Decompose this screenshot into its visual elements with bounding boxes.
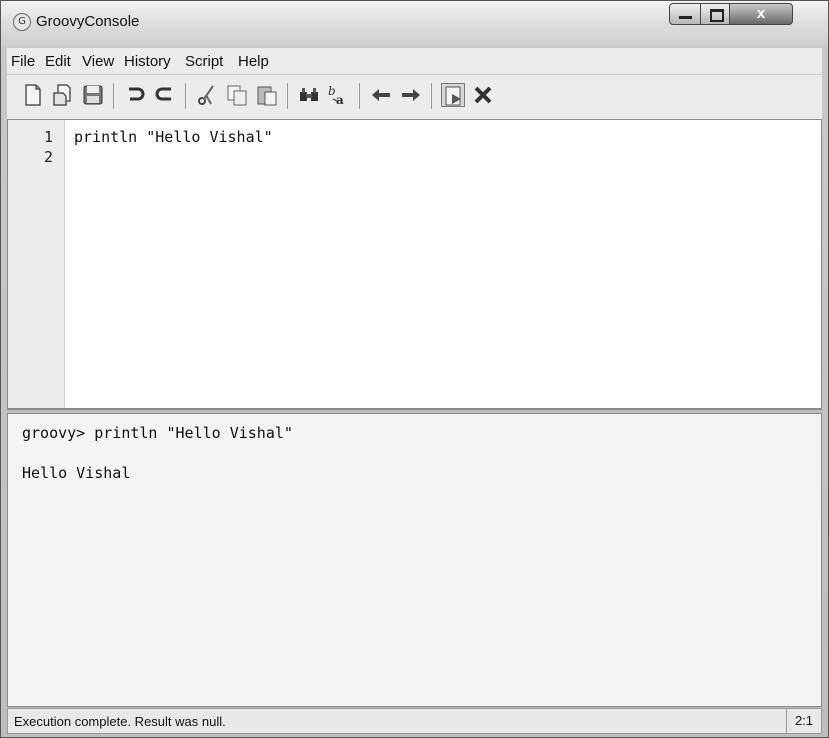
menu-bar: File Edit View History Script Help — [7, 48, 822, 75]
svg-text:a: a — [336, 93, 344, 107]
toolbar-separator — [431, 83, 432, 109]
menu-history[interactable]: History — [124, 53, 171, 70]
title-bar[interactable]: G GroovyConsole x — [1, 1, 828, 45]
toolbar-separator — [287, 83, 288, 109]
code-line[interactable]: println "Hello Vishal" — [74, 128, 273, 146]
run-script-icon[interactable] — [441, 83, 465, 107]
save-icon[interactable] — [81, 83, 105, 107]
previous-history-icon[interactable] — [369, 83, 393, 107]
groovy-console-window: G GroovyConsole x File Edit View History… — [0, 0, 829, 738]
replace-icon[interactable]: ba — [327, 83, 351, 107]
menu-script[interactable]: Script — [185, 53, 223, 70]
close-button[interactable]: x — [729, 3, 793, 25]
close-icon: x — [756, 5, 766, 22]
copy-icon[interactable] — [225, 83, 249, 107]
redo-icon[interactable] — [153, 83, 177, 107]
menu-help[interactable]: Help — [238, 53, 269, 70]
toolbar-separator — [359, 83, 360, 109]
minimize-button[interactable] — [669, 3, 701, 25]
output-echo-line: groovy> println "Hello Vishal" — [22, 424, 293, 442]
toolbar: ba — [7, 75, 822, 119]
line-number: 1 — [43, 128, 53, 146]
open-file-icon[interactable] — [51, 83, 75, 107]
new-file-icon[interactable] — [21, 83, 45, 107]
line-number: 2 — [43, 148, 53, 166]
line-number-gutter: 1 2 — [8, 120, 65, 408]
svg-text:b: b — [328, 84, 336, 98]
cut-icon[interactable] — [195, 83, 219, 107]
script-editor[interactable]: 1 2 println "Hello Vishal" — [7, 119, 822, 409]
next-history-icon[interactable] — [399, 83, 423, 107]
status-message: Execution complete. Result was null. — [14, 714, 226, 729]
maximize-button[interactable] — [700, 3, 730, 25]
toolbar-separator — [113, 83, 114, 109]
status-bar: Execution complete. Result was null. 2:1 — [7, 708, 822, 734]
interrupt-icon[interactable] — [471, 83, 495, 107]
menu-edit[interactable]: Edit — [45, 53, 71, 70]
caret-position: 2:1 — [786, 709, 821, 733]
paste-icon[interactable] — [255, 83, 279, 107]
undo-icon[interactable] — [123, 83, 147, 107]
toolbar-separator — [185, 83, 186, 109]
output-result-line: Hello Vishal — [22, 464, 131, 482]
menu-file[interactable]: File — [11, 53, 35, 70]
output-pane: groovy> println "Hello Vishal" Hello Vis… — [7, 413, 822, 707]
groovy-app-icon: G — [13, 13, 31, 31]
window-title: GroovyConsole — [36, 13, 140, 30]
menu-view[interactable]: View — [82, 53, 114, 70]
find-icon[interactable] — [297, 83, 321, 107]
